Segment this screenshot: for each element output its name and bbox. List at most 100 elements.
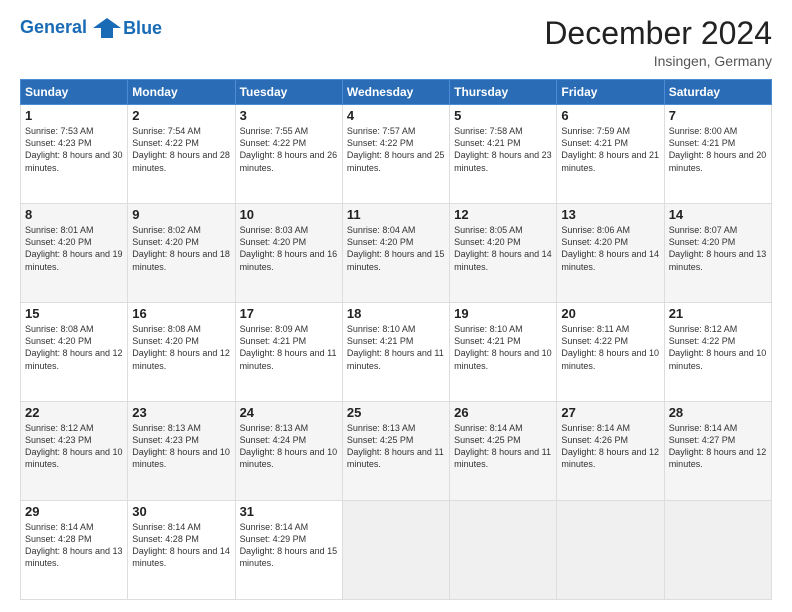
day-number: 1 (25, 108, 123, 123)
calendar-week-row: 8 Sunrise: 8:01 AMSunset: 4:20 PMDayligh… (21, 204, 772, 303)
page: General Blue December 2024 Insingen, Ger… (0, 0, 792, 612)
table-row: 27 Sunrise: 8:14 AMSunset: 4:26 PMDaylig… (557, 402, 664, 501)
table-row: 14 Sunrise: 8:07 AMSunset: 4:20 PMDaylig… (664, 204, 771, 303)
col-friday: Friday (557, 80, 664, 105)
cell-content: Sunrise: 7:59 AMSunset: 4:21 PMDaylight:… (561, 126, 659, 172)
table-row: 26 Sunrise: 8:14 AMSunset: 4:25 PMDaylig… (450, 402, 557, 501)
day-number: 24 (240, 405, 338, 420)
table-row: 25 Sunrise: 8:13 AMSunset: 4:25 PMDaylig… (342, 402, 449, 501)
table-row: 15 Sunrise: 8:08 AMSunset: 4:20 PMDaylig… (21, 303, 128, 402)
logo-bird-icon (93, 16, 121, 40)
table-row: 19 Sunrise: 8:10 AMSunset: 4:21 PMDaylig… (450, 303, 557, 402)
day-number: 8 (25, 207, 123, 222)
table-row (557, 501, 664, 600)
table-row: 20 Sunrise: 8:11 AMSunset: 4:22 PMDaylig… (557, 303, 664, 402)
day-number: 27 (561, 405, 659, 420)
table-row (342, 501, 449, 600)
cell-content: Sunrise: 8:14 AMSunset: 4:29 PMDaylight:… (240, 522, 338, 568)
logo-blue: Blue (123, 18, 162, 39)
table-row: 6 Sunrise: 7:59 AMSunset: 4:21 PMDayligh… (557, 105, 664, 204)
day-number: 31 (240, 504, 338, 519)
calendar-week-row: 29 Sunrise: 8:14 AMSunset: 4:28 PMDaylig… (21, 501, 772, 600)
col-thursday: Thursday (450, 80, 557, 105)
table-row: 2 Sunrise: 7:54 AMSunset: 4:22 PMDayligh… (128, 105, 235, 204)
table-row: 12 Sunrise: 8:05 AMSunset: 4:20 PMDaylig… (450, 204, 557, 303)
cell-content: Sunrise: 8:13 AMSunset: 4:23 PMDaylight:… (132, 423, 230, 469)
day-number: 10 (240, 207, 338, 222)
cell-content: Sunrise: 7:53 AMSunset: 4:23 PMDaylight:… (25, 126, 123, 172)
table-row: 8 Sunrise: 8:01 AMSunset: 4:20 PMDayligh… (21, 204, 128, 303)
cell-content: Sunrise: 8:01 AMSunset: 4:20 PMDaylight:… (25, 225, 123, 271)
cell-content: Sunrise: 8:12 AMSunset: 4:22 PMDaylight:… (669, 324, 767, 370)
logo: General Blue (20, 16, 162, 40)
table-row: 5 Sunrise: 7:58 AMSunset: 4:21 PMDayligh… (450, 105, 557, 204)
cell-content: Sunrise: 8:07 AMSunset: 4:20 PMDaylight:… (669, 225, 767, 271)
day-number: 13 (561, 207, 659, 222)
cell-content: Sunrise: 7:58 AMSunset: 4:21 PMDaylight:… (454, 126, 552, 172)
month-title: December 2024 (544, 16, 772, 51)
day-number: 30 (132, 504, 230, 519)
day-number: 20 (561, 306, 659, 321)
table-row: 4 Sunrise: 7:57 AMSunset: 4:22 PMDayligh… (342, 105, 449, 204)
cell-content: Sunrise: 8:03 AMSunset: 4:20 PMDaylight:… (240, 225, 338, 271)
cell-content: Sunrise: 8:08 AMSunset: 4:20 PMDaylight:… (132, 324, 230, 370)
location: Insingen, Germany (544, 53, 772, 69)
day-number: 4 (347, 108, 445, 123)
calendar-week-row: 15 Sunrise: 8:08 AMSunset: 4:20 PMDaylig… (21, 303, 772, 402)
cell-content: Sunrise: 8:10 AMSunset: 4:21 PMDaylight:… (347, 324, 444, 370)
cell-content: Sunrise: 7:54 AMSunset: 4:22 PMDaylight:… (132, 126, 230, 172)
table-row (450, 501, 557, 600)
day-number: 5 (454, 108, 552, 123)
cell-content: Sunrise: 8:04 AMSunset: 4:20 PMDaylight:… (347, 225, 445, 271)
cell-content: Sunrise: 8:09 AMSunset: 4:21 PMDaylight:… (240, 324, 337, 370)
day-number: 17 (240, 306, 338, 321)
cell-content: Sunrise: 8:12 AMSunset: 4:23 PMDaylight:… (25, 423, 123, 469)
cell-content: Sunrise: 8:14 AMSunset: 4:25 PMDaylight:… (454, 423, 551, 469)
cell-content: Sunrise: 7:55 AMSunset: 4:22 PMDaylight:… (240, 126, 338, 172)
day-number: 21 (669, 306, 767, 321)
col-tuesday: Tuesday (235, 80, 342, 105)
table-row: 10 Sunrise: 8:03 AMSunset: 4:20 PMDaylig… (235, 204, 342, 303)
day-number: 14 (669, 207, 767, 222)
cell-content: Sunrise: 8:02 AMSunset: 4:20 PMDaylight:… (132, 225, 230, 271)
table-row: 23 Sunrise: 8:13 AMSunset: 4:23 PMDaylig… (128, 402, 235, 501)
table-row: 3 Sunrise: 7:55 AMSunset: 4:22 PMDayligh… (235, 105, 342, 204)
table-row: 17 Sunrise: 8:09 AMSunset: 4:21 PMDaylig… (235, 303, 342, 402)
day-number: 22 (25, 405, 123, 420)
table-row: 13 Sunrise: 8:06 AMSunset: 4:20 PMDaylig… (557, 204, 664, 303)
day-number: 15 (25, 306, 123, 321)
day-number: 12 (454, 207, 552, 222)
table-row: 29 Sunrise: 8:14 AMSunset: 4:28 PMDaylig… (21, 501, 128, 600)
day-number: 29 (25, 504, 123, 519)
calendar-table: Sunday Monday Tuesday Wednesday Thursday… (20, 79, 772, 600)
col-wednesday: Wednesday (342, 80, 449, 105)
calendar-week-row: 22 Sunrise: 8:12 AMSunset: 4:23 PMDaylig… (21, 402, 772, 501)
col-monday: Monday (128, 80, 235, 105)
day-number: 7 (669, 108, 767, 123)
header: General Blue December 2024 Insingen, Ger… (20, 16, 772, 69)
day-number: 6 (561, 108, 659, 123)
table-row: 1 Sunrise: 7:53 AMSunset: 4:23 PMDayligh… (21, 105, 128, 204)
cell-content: Sunrise: 8:08 AMSunset: 4:20 PMDaylight:… (25, 324, 123, 370)
table-row: 30 Sunrise: 8:14 AMSunset: 4:28 PMDaylig… (128, 501, 235, 600)
cell-content: Sunrise: 8:14 AMSunset: 4:27 PMDaylight:… (669, 423, 767, 469)
cell-content: Sunrise: 8:14 AMSunset: 4:28 PMDaylight:… (132, 522, 230, 568)
calendar-header-row: Sunday Monday Tuesday Wednesday Thursday… (21, 80, 772, 105)
day-number: 16 (132, 306, 230, 321)
cell-content: Sunrise: 8:00 AMSunset: 4:21 PMDaylight:… (669, 126, 767, 172)
calendar-week-row: 1 Sunrise: 7:53 AMSunset: 4:23 PMDayligh… (21, 105, 772, 204)
cell-content: Sunrise: 8:14 AMSunset: 4:28 PMDaylight:… (25, 522, 123, 568)
table-row: 11 Sunrise: 8:04 AMSunset: 4:20 PMDaylig… (342, 204, 449, 303)
table-row: 18 Sunrise: 8:10 AMSunset: 4:21 PMDaylig… (342, 303, 449, 402)
day-number: 18 (347, 306, 445, 321)
table-row: 31 Sunrise: 8:14 AMSunset: 4:29 PMDaylig… (235, 501, 342, 600)
title-block: December 2024 Insingen, Germany (544, 16, 772, 69)
table-row: 21 Sunrise: 8:12 AMSunset: 4:22 PMDaylig… (664, 303, 771, 402)
table-row (664, 501, 771, 600)
cell-content: Sunrise: 8:10 AMSunset: 4:21 PMDaylight:… (454, 324, 552, 370)
day-number: 11 (347, 207, 445, 222)
table-row: 16 Sunrise: 8:08 AMSunset: 4:20 PMDaylig… (128, 303, 235, 402)
day-number: 28 (669, 405, 767, 420)
cell-content: Sunrise: 8:11 AMSunset: 4:22 PMDaylight:… (561, 324, 659, 370)
day-number: 3 (240, 108, 338, 123)
